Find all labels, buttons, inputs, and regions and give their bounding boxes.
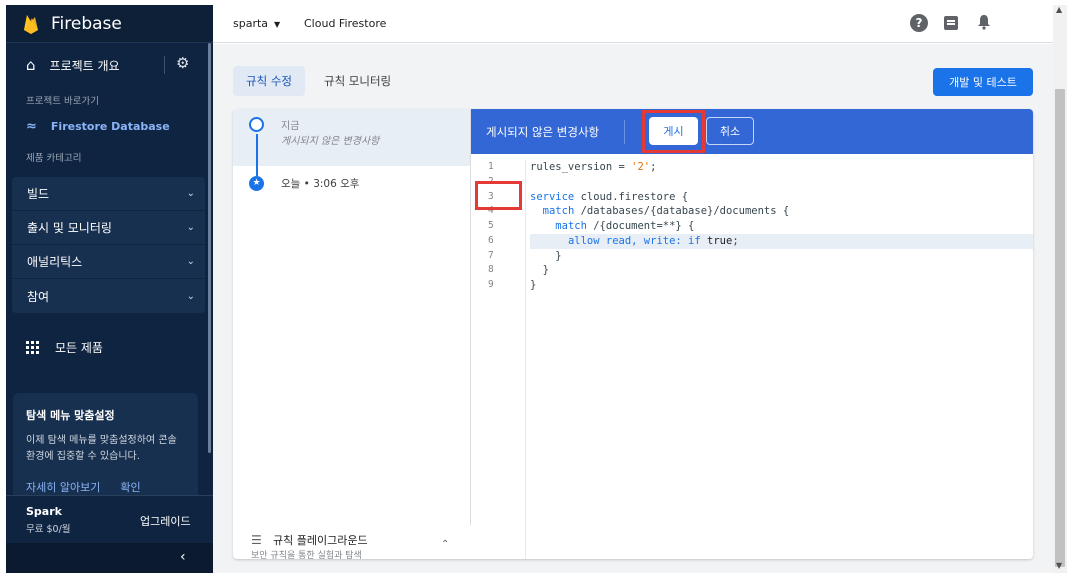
chevron-down-icon: ⌄ bbox=[186, 290, 195, 302]
sidebar-item-label: 모든 제품 bbox=[55, 340, 103, 355]
project-name: sparta bbox=[233, 17, 269, 30]
confirm-link[interactable]: 확인 bbox=[120, 479, 140, 495]
category-groups: 빌드 ⌄ 출시 및 모니터링 ⌄ 애널리틱스 ⌄ 참여 ⌄ bbox=[12, 177, 205, 313]
customize-nav-card: 탐색 메뉴 맞춤설정 이제 탐색 메뉴를 맞춤설정하여 콘솔 환경에 집중할 수… bbox=[13, 393, 198, 503]
rules-playground-toggle[interactable]: ☰ 규칙 플레이그라운드 보안 규칙을 통한 실험과 탐색 ⌃ bbox=[233, 525, 471, 559]
card-title: 탐색 메뉴 맞춤설정 bbox=[26, 409, 115, 422]
sidebar-group-build[interactable]: 빌드 ⌄ bbox=[12, 177, 205, 211]
tune-icon: ☰ bbox=[251, 533, 262, 547]
playground-title: 규칙 플레이그라운드 bbox=[273, 534, 368, 547]
release-notes-icon[interactable] bbox=[942, 14, 960, 32]
top-bar: sparta ▼ Cloud Firestore ? bbox=[213, 5, 1053, 43]
collapse-sidebar-button[interactable]: ‹ bbox=[6, 543, 213, 573]
code-line: rules_version = '2'; bbox=[530, 161, 657, 173]
line-number: 1 bbox=[488, 161, 494, 172]
scroll-down-icon[interactable]: ▼ bbox=[1056, 561, 1062, 570]
sidebar-group-label: 참여 bbox=[27, 289, 50, 304]
firebase-logo-icon bbox=[24, 14, 38, 34]
main-content: 규칙 수정 규칙 모니터링 개발 및 테스트 지금 게시되지 않은 변경사항 ★… bbox=[213, 44, 1053, 573]
code-line: } bbox=[530, 264, 549, 277]
chevron-down-icon: ⌄ bbox=[186, 188, 195, 199]
divider bbox=[624, 120, 625, 144]
sidebar-group-engage[interactable]: 참여 ⌄ bbox=[12, 279, 205, 313]
unpublished-changes-label: 게시되지 않은 변경사항 bbox=[486, 125, 600, 139]
scrollbar-thumb[interactable] bbox=[1055, 89, 1065, 567]
line-number: 5 bbox=[488, 220, 494, 231]
star-icon: ★ bbox=[249, 176, 264, 191]
line-number: 9 bbox=[488, 279, 494, 290]
history-item-today[interactable]: 오늘 • 3:06 오후 bbox=[281, 176, 359, 191]
history-status: 게시되지 않은 변경사항 bbox=[281, 136, 380, 147]
sidebar-group-label: 빌드 bbox=[27, 187, 50, 201]
chevron-left-icon: ‹ bbox=[180, 549, 186, 565]
product-name: Cloud Firestore bbox=[304, 17, 387, 30]
help-icon[interactable]: ? bbox=[910, 14, 928, 32]
tab-monitor-rules[interactable]: 규칙 모니터링 bbox=[311, 66, 404, 96]
rules-panel: 지금 게시되지 않은 변경사항 ★ 오늘 • 3:06 오후 ☰ 규칙 플레이그… bbox=[233, 109, 1033, 559]
sidebar-item-label: Firestore Database bbox=[50, 119, 170, 133]
chevron-up-icon: ⌃ bbox=[441, 539, 450, 550]
code-line: match /databases/{database}/documents { bbox=[542, 205, 790, 218]
sidebar-item-label: 프로젝트 개요 bbox=[49, 58, 120, 73]
sidebar-header[interactable]: Firebase bbox=[6, 5, 213, 43]
code-line: match /{document=**} { bbox=[555, 220, 695, 232]
shortcuts-label: 프로젝트 바로가기 bbox=[26, 96, 99, 107]
scroll-up-icon[interactable]: ▲ bbox=[1056, 5, 1062, 14]
circle-icon bbox=[249, 117, 264, 132]
rules-history: 지금 게시되지 않은 변경사항 ★ 오늘 • 3:06 오후 ☰ 규칙 플레이그… bbox=[233, 109, 471, 559]
firestore-icon: ≈ bbox=[26, 118, 37, 134]
learn-more-link[interactable]: 자세히 알아보기 bbox=[26, 479, 100, 495]
plan-section: Spark 무료 $0/월 업그레이드 bbox=[6, 495, 213, 541]
gear-icon[interactable]: ⚙ bbox=[176, 54, 189, 72]
divider bbox=[164, 56, 165, 74]
code-line: service cloud.firestore { bbox=[530, 190, 689, 203]
highlight-box-publish bbox=[642, 110, 705, 153]
rules-tabs: 규칙 수정 규칙 모니터링 bbox=[233, 66, 404, 96]
code-lines: rules_version = '2'; service cloud.fires… bbox=[530, 160, 1033, 293]
bell-icon[interactable] bbox=[975, 14, 993, 32]
sidebar-item-firestore-database[interactable]: ≈ Firestore Database bbox=[6, 111, 213, 141]
history-time: 지금 bbox=[281, 121, 300, 132]
timeline-line bbox=[256, 134, 258, 176]
window-scrollbar[interactable]: ▲ ▼ bbox=[1053, 5, 1067, 573]
upgrade-button[interactable]: 업그레이드 bbox=[140, 513, 191, 529]
line-number-gutter: 1 2 3 4 5 6 7 8 9 bbox=[471, 160, 526, 559]
apps-grid-icon bbox=[26, 340, 39, 354]
editor-header: 게시되지 않은 변경사항 게시 취소 bbox=[471, 109, 1033, 154]
rules-code-editor[interactable]: 1 2 3 4 5 6 7 8 9 rules_version = '2'; s… bbox=[471, 154, 1033, 559]
line-number: 8 bbox=[488, 264, 494, 276]
code-line: } bbox=[530, 279, 537, 291]
develop-and-test-button[interactable]: 개발 및 테스트 bbox=[933, 68, 1033, 96]
sidebar-scrollbar[interactable] bbox=[208, 43, 211, 453]
home-icon: ⌂ bbox=[26, 56, 36, 74]
category-label: 제품 카테고리 bbox=[26, 153, 82, 164]
brand-name: Firebase bbox=[51, 13, 122, 34]
sidebar-group-label: 출시 및 모니터링 bbox=[27, 221, 112, 235]
sidebar-group-release-monitor[interactable]: 출시 및 모니터링 ⌄ bbox=[12, 211, 205, 245]
history-item-current[interactable]: 지금 게시되지 않은 변경사항 bbox=[233, 109, 470, 166]
tab-edit-rules[interactable]: 규칙 수정 bbox=[233, 66, 305, 96]
playground-subtitle: 보안 규칙을 통한 실험과 탐색 bbox=[251, 551, 362, 559]
code-line-current: allow read, write: if true; bbox=[530, 233, 1033, 249]
sidebar-item-all-products[interactable]: 모든 제품 bbox=[6, 321, 213, 373]
sidebar: Firebase ⌂ 프로젝트 개요 ⚙ 프로젝트 바로가기 ≈ Firesto… bbox=[6, 5, 213, 573]
line-number: 7 bbox=[488, 249, 494, 261]
sidebar-item-project-overview[interactable]: ⌂ 프로젝트 개요 ⚙ bbox=[6, 43, 213, 87]
cancel-button[interactable]: 취소 bbox=[706, 117, 754, 145]
caret-down-icon: ▼ bbox=[274, 20, 281, 29]
chevron-down-icon: ⌄ bbox=[186, 256, 195, 267]
code-line: } bbox=[530, 249, 562, 262]
line-number: 6 bbox=[488, 234, 494, 246]
sidebar-group-label: 애널리틱스 bbox=[27, 255, 83, 269]
sidebar-group-analytics[interactable]: 애널리틱스 ⌄ bbox=[12, 245, 205, 279]
chevron-down-icon: ⌄ bbox=[186, 222, 195, 233]
highlight-box-true bbox=[475, 181, 522, 210]
project-selector[interactable]: sparta ▼ bbox=[233, 17, 280, 30]
card-text: 이제 탐색 메뉴를 맞춤설정하여 콘솔 환경에 집중할 수 있습니다. bbox=[26, 435, 177, 462]
